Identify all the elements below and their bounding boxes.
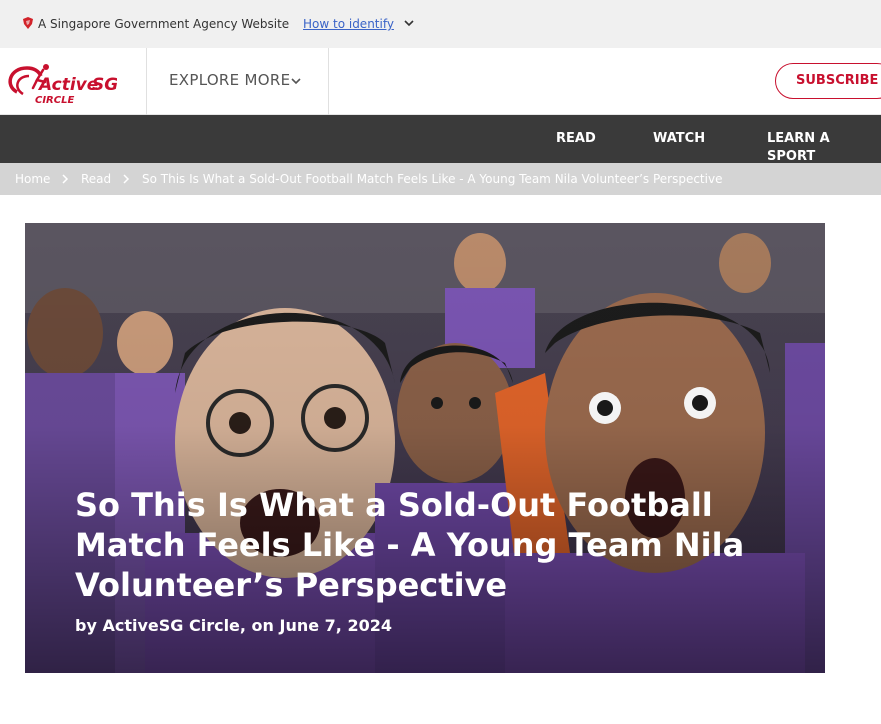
how-to-identify-link[interactable]: How to identify [303,16,394,32]
top-nav: Active SG CIRCLE EXPLORE MORE SUBSCRIBE [0,48,881,115]
gov-agency-text: A Singapore Government Agency Website [38,17,290,31]
nav-watch[interactable]: WATCH [653,130,705,148]
nav-divider [328,48,329,115]
subscribe-button[interactable]: SUBSCRIBE [775,63,881,99]
hero-photo [25,223,825,673]
svg-text:Active: Active [37,75,98,95]
article-title: So This Is What a Sold-Out Football Matc… [75,486,745,604]
svg-text:SG: SG [92,75,117,95]
lion-head-icon [23,17,33,29]
activesg-circle-logo[interactable]: Active SG CIRCLE [5,58,117,106]
breadcrumb: Home Read So This Is What a Sold-Out Foo… [0,163,881,195]
article-hero[interactable]: So This Is What a Sold-Out Football Matc… [25,223,825,673]
svg-text:CIRCLE: CIRCLE [35,95,74,106]
breadcrumb-home[interactable]: Home [15,171,50,187]
nav-divider [146,48,147,115]
gov-masthead: A Singapore Government Agency Website Ho… [0,0,881,48]
breadcrumb-read[interactable]: Read [81,171,111,187]
nav-learn-a-sport[interactable]: LEARN A SPORT [767,130,881,166]
category-nav: READ WATCH LEARN A SPORT [0,115,881,166]
chevron-right-icon [62,174,69,184]
nav-read[interactable]: READ [556,130,596,148]
chevron-down-icon[interactable] [403,17,415,29]
article-byline: by ActiveSG Circle, on June 7, 2024 [75,616,392,635]
explore-more-menu[interactable]: EXPLORE MORE [169,70,290,90]
breadcrumb-current: So This Is What a Sold-Out Football Matc… [142,172,723,186]
chevron-right-icon [123,174,130,184]
chevron-down-icon[interactable] [290,75,302,87]
